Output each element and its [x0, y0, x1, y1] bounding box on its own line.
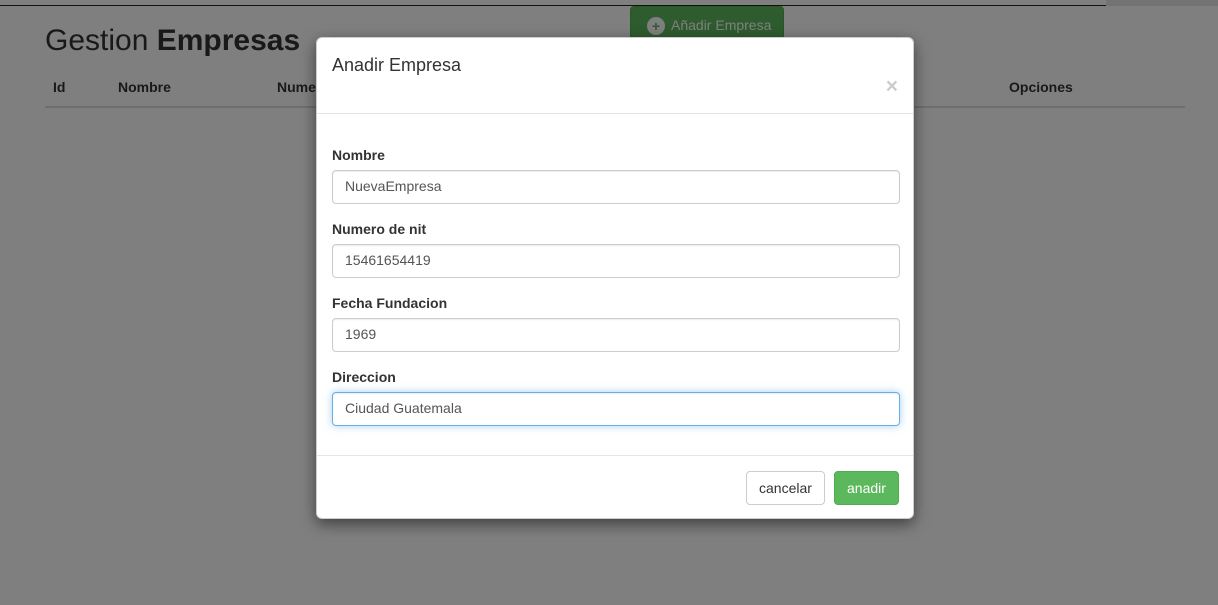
fecha-input[interactable]: 1969 — [332, 318, 900, 352]
field-group-nit: Numero de nit 15461654419 — [332, 219, 900, 278]
modal-title: Anadir Empresa — [332, 55, 462, 75]
field-group-fecha: Fecha Fundacion 1969 — [332, 293, 900, 352]
nit-input[interactable]: 15461654419 — [332, 244, 900, 278]
field-group-direccion: Direccion Ciudad Guatemala — [332, 367, 900, 426]
nombre-input[interactable]: NuevaEmpresa — [332, 170, 900, 204]
modal-header: Anadir Empresa × — [317, 38, 913, 114]
fecha-label: Fecha Fundacion — [332, 295, 448, 311]
field-group-nombre: Nombre NuevaEmpresa — [332, 145, 900, 204]
cancel-button[interactable]: cancelar — [746, 471, 825, 505]
modal-body: Nombre NuevaEmpresa Numero de nit 154616… — [317, 114, 913, 456]
nit-label: Numero de nit — [332, 221, 427, 237]
direccion-label: Direccion — [332, 369, 396, 385]
submit-button[interactable]: anadir — [834, 471, 899, 505]
close-icon[interactable]: × — [886, 76, 898, 97]
direccion-input[interactable]: Ciudad Guatemala — [332, 392, 900, 426]
modal-footer: cancelar anadir — [317, 456, 913, 520]
nombre-label: Nombre — [332, 147, 385, 163]
add-company-modal: Anadir Empresa × Nombre NuevaEmpresa Num… — [316, 37, 914, 519]
